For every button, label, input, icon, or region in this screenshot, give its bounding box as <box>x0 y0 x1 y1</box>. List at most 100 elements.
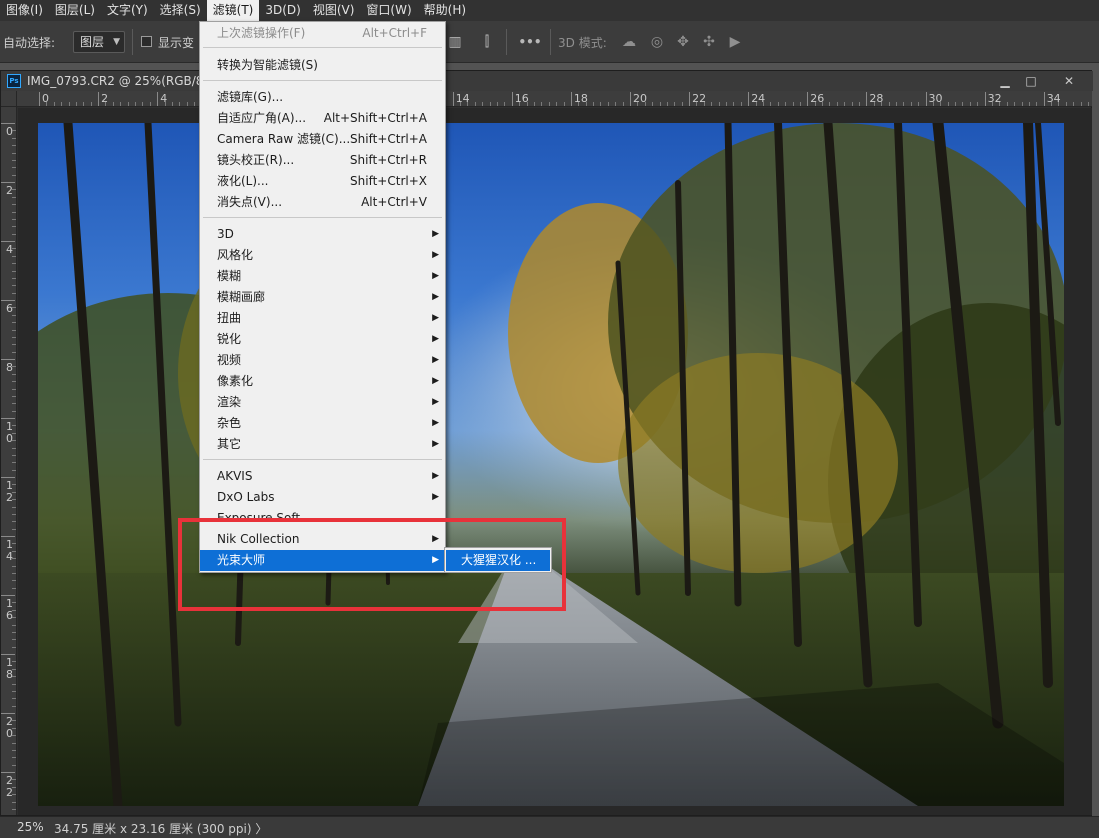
menu-type[interactable]: 文字(Y) <box>101 0 154 21</box>
menu-separator <box>203 47 442 48</box>
pan-3d-icon[interactable]: ✥ <box>674 33 692 51</box>
ruler-minor-tick <box>12 373 16 375</box>
menu-3d[interactable]: 3D(D) <box>259 0 306 21</box>
horizontal-ruler[interactable]: 0246810121416182022242628303234 <box>17 91 1092 107</box>
ruler-tick <box>570 92 572 106</box>
ruler-minor-tick <box>12 388 16 390</box>
menu-item-blur-gallery[interactable]: 模糊画廊 ▶ <box>200 287 445 308</box>
ruler-minor-tick <box>12 189 16 191</box>
menu-view[interactable]: 视图(V) <box>307 0 361 21</box>
menu-item-lens-correction[interactable]: 镜头校正(R)... Shift+Ctrl+R <box>200 150 445 171</box>
ruler-minor-tick <box>12 226 16 228</box>
menu-item-dxo-labs[interactable]: DxO Labs ▶ <box>200 487 445 508</box>
ruler-minor-tick <box>585 102 587 106</box>
auto-select-dropdown[interactable]: 图层 ▼ <box>73 31 125 53</box>
submenu-arrow-icon: ▶ <box>432 492 439 502</box>
menu-item-noise[interactable]: 杂色 ▶ <box>200 413 445 434</box>
menu-item-label: 模糊 <box>217 269 242 283</box>
menu-item-shortcut: Shift+Ctrl+X <box>350 174 427 188</box>
menu-item-sharpen[interactable]: 锐化 ▶ <box>200 329 445 350</box>
orbit-3d-icon[interactable]: ☁ <box>620 33 638 51</box>
slide-3d-icon[interactable]: ✣ <box>700 33 718 51</box>
ruler-minor-tick <box>556 102 558 106</box>
menu-item-light-beam-master[interactable]: 光束大师 ▶ <box>200 550 445 571</box>
document-info[interactable]: 34.75 厘米 x 23.16 厘米 (300 ppi) 〉 <box>54 820 267 837</box>
menu-help[interactable]: 帮助(H) <box>418 0 472 21</box>
ruler-minor-tick <box>977 102 979 106</box>
more-options-icon[interactable]: ••• <box>518 33 542 51</box>
ruler-minor-tick <box>12 572 16 574</box>
ruler-minor-tick <box>947 102 949 106</box>
menu-filter[interactable]: 滤镜(T) <box>206 0 260 21</box>
chevron-down-icon: ▼ <box>113 37 120 47</box>
menu-item-video[interactable]: 视频 ▶ <box>200 350 445 371</box>
ruler-minor-tick <box>120 102 122 106</box>
menu-item-last-filter[interactable]: 上次滤镜操作(F) Alt+Ctrl+F <box>200 23 445 44</box>
menu-item-stylize[interactable]: 风格化 ▶ <box>200 245 445 266</box>
ruler-minor-tick <box>12 646 16 648</box>
submenu-arrow-icon: ▶ <box>432 376 439 386</box>
menu-image[interactable]: 图像(I) <box>0 0 49 21</box>
menu-item-label: 杂色 <box>217 416 242 430</box>
menu-item-pixelate[interactable]: 像素化 ▶ <box>200 371 445 392</box>
ruler-minor-tick <box>644 102 646 106</box>
ruler-minor-tick <box>12 690 16 692</box>
ruler-minor-tick <box>12 344 16 346</box>
ruler-minor-tick <box>12 255 16 257</box>
ruler-minor-tick <box>519 102 521 106</box>
ruler-tick <box>1 713 15 714</box>
ruler-minor-tick <box>12 602 16 604</box>
menu-item-akvis[interactable]: AKVIS ▶ <box>200 466 445 487</box>
menu-layer[interactable]: 图层(L) <box>49 0 101 21</box>
menu-item-exposure-soft[interactable]: Exposure Soft <box>200 508 445 519</box>
ruler-minor-tick <box>726 102 728 106</box>
menu-item-label: 镜头校正(R)... <box>217 153 295 167</box>
ruler-tick <box>1 654 15 655</box>
menu-window[interactable]: 窗口(W) <box>360 0 417 21</box>
zoom-level[interactable]: 25% <box>17 820 44 834</box>
ruler-minor-tick <box>607 102 609 106</box>
document-window: Ps IMG_0793.CR2 @ 25%(RGB/8*) ▁ □ ✕ 0246… <box>0 70 1093 816</box>
ruler-minor-tick <box>1058 102 1060 106</box>
submenu-item-gorilla-localization[interactable]: 大猩猩汉化 ... <box>446 550 550 571</box>
maximize-icon[interactable]: □ <box>1020 72 1042 90</box>
ruler-minor-tick <box>844 102 846 106</box>
ruler-label: 0 <box>6 125 13 138</box>
menu-item-render[interactable]: 渲染 ▶ <box>200 392 445 413</box>
menu-item-filter-gallery[interactable]: 滤镜库(G)... <box>200 87 445 108</box>
ruler-minor-tick <box>12 521 16 523</box>
menu-item-nik-collection[interactable]: Nik Collection ▶ <box>200 529 445 550</box>
ruler-minor-tick <box>814 102 816 106</box>
distribute-icon[interactable]: ⫿ <box>478 33 496 51</box>
ruler-corner[interactable] <box>1 91 17 107</box>
menu-item-3d[interactable]: 3D ▶ <box>200 224 445 245</box>
camera-3d-icon[interactable]: ▶ <box>726 33 744 51</box>
minimize-icon[interactable]: ▁ <box>994 72 1016 90</box>
menu-select[interactable]: 选择(S) <box>154 0 207 21</box>
menu-item-other[interactable]: 其它 ▶ <box>200 434 445 455</box>
ruler-minor-tick <box>12 432 16 434</box>
ruler-minor-tick <box>711 102 713 106</box>
menu-item-liquify[interactable]: 液化(L)... Shift+Ctrl+X <box>200 171 445 192</box>
ruler-label: 4 <box>6 243 13 256</box>
menu-item-adaptive-wide-angle[interactable]: 自适应广角(A)... Alt+Shift+Ctrl+A <box>200 108 445 129</box>
menu-item-vanishing-point[interactable]: 消失点(V)... Alt+Ctrl+V <box>200 192 445 213</box>
vertical-ruler[interactable]: 0 2 4 6 8 10 12 14 16 18 20 22 <box>1 107 17 815</box>
menu-item-blur[interactable]: 模糊 ▶ <box>200 266 445 287</box>
ruler-minor-tick <box>12 513 16 515</box>
canvas-area[interactable] <box>18 108 1092 815</box>
ruler-minor-tick <box>785 102 787 106</box>
ruler-minor-tick <box>112 102 114 106</box>
ruler-minor-tick <box>12 764 16 766</box>
document-tab[interactable]: Ps IMG_0793.CR2 @ 25%(RGB/8*) ▁ □ ✕ <box>1 71 1093 91</box>
menu-item-camera-raw[interactable]: Camera Raw 滤镜(C)... Shift+Ctrl+A <box>200 129 445 150</box>
show-transform-checkbox[interactable] <box>141 36 152 47</box>
menu-item-convert-smart-filter[interactable]: 转换为智能滤镜(S) <box>200 55 445 76</box>
menu-item-distort[interactable]: 扭曲 ▶ <box>200 308 445 329</box>
align-icon[interactable]: ▥ <box>446 33 464 51</box>
roll-3d-icon[interactable]: ◎ <box>648 33 666 51</box>
ruler-tick <box>1 123 15 124</box>
ruler-minor-tick <box>497 102 499 106</box>
ruler-minor-tick <box>1028 102 1030 106</box>
close-icon[interactable]: ✕ <box>1058 72 1080 90</box>
